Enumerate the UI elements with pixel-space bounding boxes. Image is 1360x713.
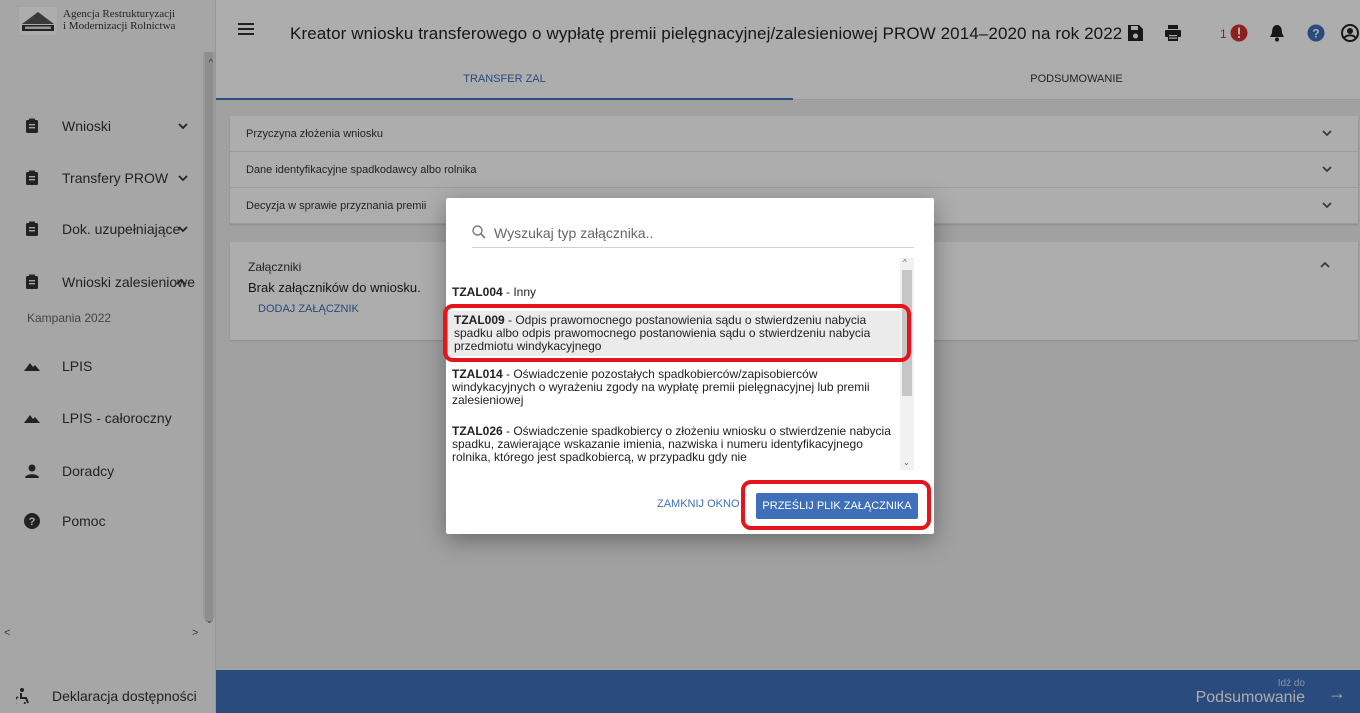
list-item-tzal004[interactable]: TZAL004 - Inny <box>446 286 900 299</box>
scroll-down-icon[interactable]: ⌄ <box>903 458 910 467</box>
search-field <box>472 220 914 248</box>
scroll-up-icon[interactable]: ^ <box>903 258 907 267</box>
list-scrollbar[interactable]: ^ ⌄ <box>900 258 914 470</box>
list-item-tzal026[interactable]: TZAL026 - Oświadczenie spadkobiercy o zł… <box>446 425 900 464</box>
item-text: - Oświadczenie pozostałych spadkobierców… <box>452 367 870 407</box>
highlight-upload-button <box>741 480 931 530</box>
close-dialog-button[interactable]: ZAMKNIJ OKNO <box>657 498 740 510</box>
item-text: - Oświadczenie spadkobiercy o złożeniu w… <box>452 424 891 464</box>
item-code: TZAL004 <box>452 285 503 299</box>
highlight-selected-item <box>443 304 911 362</box>
item-text: - Inny <box>502 285 537 299</box>
attachment-type-list: TZAL004 - Inny TZAL009 - Odpis prawomocn… <box>446 258 916 470</box>
item-code: TZAL014 <box>452 367 503 381</box>
search-icon <box>472 225 486 239</box>
list-item-tzal014[interactable]: TZAL014 - Oświadczenie pozostałych spadk… <box>446 368 900 407</box>
search-input[interactable] <box>494 222 904 244</box>
item-code: TZAL026 <box>452 424 503 438</box>
